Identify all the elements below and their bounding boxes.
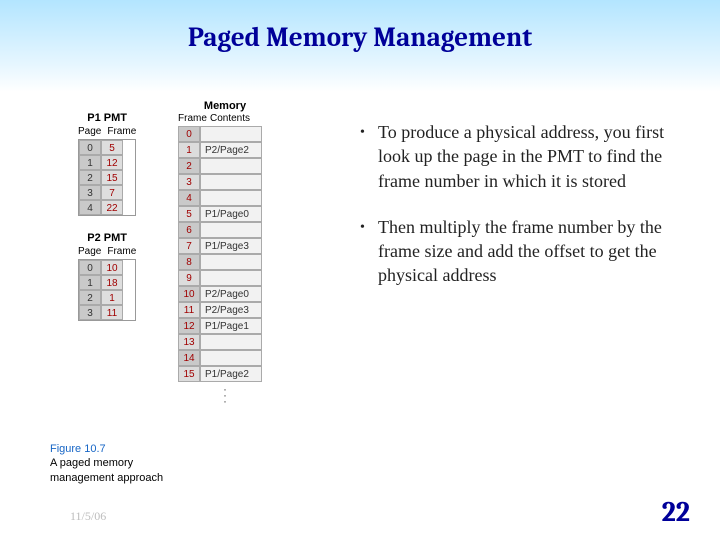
p2-pmt: P2 PMT Page Frame 010 118 21 311 [78, 232, 136, 321]
mem-val [200, 350, 262, 366]
memory-table: 0 1P2/Page2 2 3 4 5P1/Page0 6 7P1/Page3 … [178, 126, 272, 382]
mem-idx: 5 [178, 206, 200, 222]
pmt-cell: 12 [101, 155, 123, 170]
slide-header: Paged Memory Management [0, 0, 720, 92]
p1-pmt: P1 PMT Page Frame 05 112 215 37 422 [78, 112, 136, 216]
memory-column: Memory Frame Contents 0 1P2/Page2 2 3 4 … [178, 100, 272, 404]
mem-val: P1/Page1 [200, 318, 262, 334]
page-title: Paged Memory Management [0, 22, 720, 53]
mem-idx: 9 [178, 270, 200, 286]
pmt-cell: 4 [79, 200, 101, 215]
bullet-icon: • [360, 120, 378, 193]
pmt-cell: 10 [101, 260, 123, 275]
p2-pmt-title: P2 PMT [78, 232, 136, 244]
mem-idx: 6 [178, 222, 200, 238]
mem-idx: 4 [178, 190, 200, 206]
pmt-cell: 15 [101, 170, 123, 185]
pmt-header-page: Page [78, 126, 101, 137]
bullet-item: • To produce a physical address, you fir… [360, 120, 670, 193]
p1-pmt-table: 05 112 215 37 422 [78, 139, 136, 216]
mem-idx: 2 [178, 158, 200, 174]
pmt-header-frame: Frame [107, 126, 136, 137]
figure-caption-text: A paged memory management approach [50, 457, 163, 483]
bullet-item: • Then multiply the frame number by the … [360, 215, 670, 288]
mem-idx: 3 [178, 174, 200, 190]
mem-val: P2/Page2 [200, 142, 262, 158]
pmt-cell: 1 [79, 155, 101, 170]
pmt-cell: 7 [101, 185, 123, 200]
pmt-cell: 11 [101, 305, 123, 320]
mem-idx: 11 [178, 302, 200, 318]
mem-val [200, 158, 262, 174]
mem-idx: 7 [178, 238, 200, 254]
mem-val [200, 190, 262, 206]
pmt-cell: 0 [79, 140, 101, 155]
mem-val [200, 270, 262, 286]
footer-date: 11/5/06 [70, 509, 106, 524]
pmt-cell: 5 [101, 140, 123, 155]
pmt-cell: 2 [79, 290, 101, 305]
pmt-cell: 3 [79, 185, 101, 200]
pmt-cell: 3 [79, 305, 101, 320]
pmt-cell: 1 [101, 290, 123, 305]
mem-idx: 13 [178, 334, 200, 350]
mem-val [200, 222, 262, 238]
mem-idx: 0 [178, 126, 200, 142]
pmt-header-frame: Frame [107, 246, 136, 257]
mem-val [200, 254, 262, 270]
p2-pmt-table: 010 118 21 311 [78, 259, 136, 321]
mem-val: P1/Page2 [200, 366, 262, 382]
mem-idx: 14 [178, 350, 200, 366]
figure-number: Figure 10.7 [50, 443, 106, 455]
p1-pmt-title: P1 PMT [78, 112, 136, 124]
memory-title: Memory [178, 100, 272, 112]
page-number: 22 [662, 496, 690, 528]
mem-val [200, 334, 262, 350]
ellipsis-icon: ··· [178, 386, 272, 404]
pmt-cell: 18 [101, 275, 123, 290]
pmt-cell: 0 [79, 260, 101, 275]
mem-val: P2/Page3 [200, 302, 262, 318]
pmt-cell: 22 [101, 200, 123, 215]
mem-idx: 1 [178, 142, 200, 158]
mem-val: P1/Page3 [200, 238, 262, 254]
pmt-header-page: Page [78, 246, 101, 257]
body-text: • To produce a physical address, you fir… [360, 120, 670, 310]
pmt-cell: 2 [79, 170, 101, 185]
pmt-cell: 1 [79, 275, 101, 290]
bullet-text: To produce a physical address, you first… [378, 120, 670, 193]
figure-caption: Figure 10.7 A paged memory management ap… [50, 442, 200, 485]
memory-header-frame: Frame [178, 113, 200, 124]
bullet-icon: • [360, 215, 378, 288]
bullet-text: Then multiply the frame number by the fr… [378, 215, 670, 288]
mem-val [200, 126, 262, 142]
memory-header-contents: Contents [210, 113, 272, 124]
mem-idx: 15 [178, 366, 200, 382]
mem-idx: 12 [178, 318, 200, 334]
mem-idx: 10 [178, 286, 200, 302]
content-area: P1 PMT Page Frame 05 112 215 37 422 P2 P… [0, 92, 720, 540]
mem-val [200, 174, 262, 190]
mem-val: P2/Page0 [200, 286, 262, 302]
mem-idx: 8 [178, 254, 200, 270]
mem-val: P1/Page0 [200, 206, 262, 222]
